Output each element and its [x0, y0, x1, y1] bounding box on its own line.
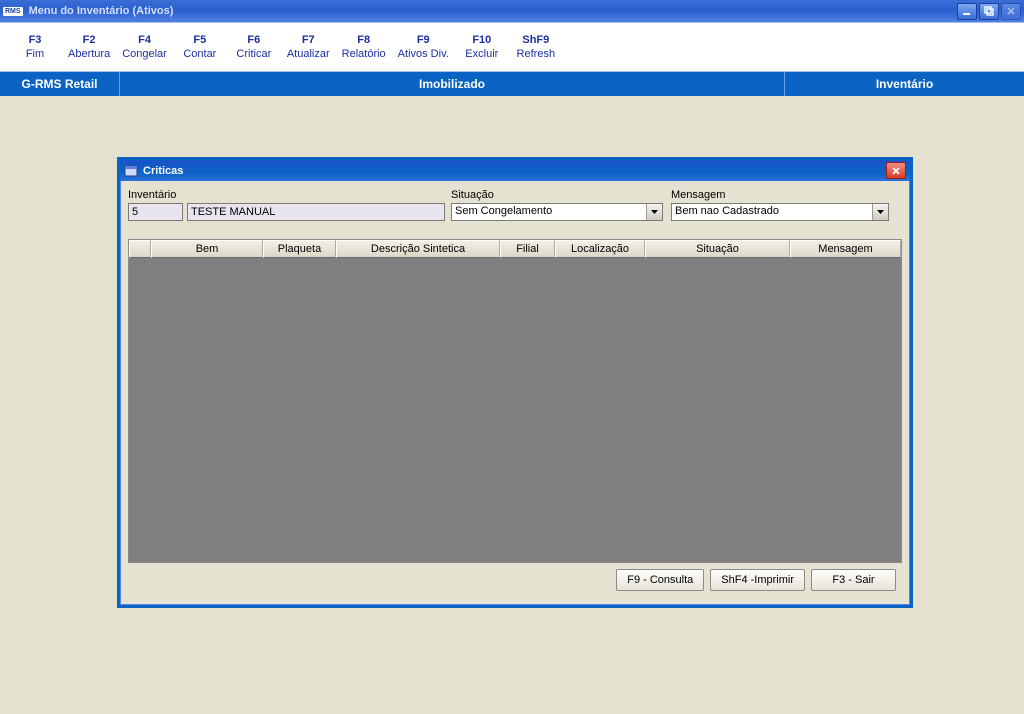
mensagem-combo[interactable]: Bem nao Cadastrado	[671, 203, 889, 221]
situacao-value: Sem Congelamento	[452, 204, 646, 220]
fkey-atualizar[interactable]: F7 Atualizar	[281, 34, 336, 60]
dialog-button-bar: F9 - Consulta ShF4 -Imprimir F3 - Sair	[128, 563, 902, 597]
minimize-button[interactable]	[957, 3, 977, 20]
window-title: Menu do Inventário (Ativos)	[29, 5, 957, 17]
close-button	[1001, 3, 1021, 20]
fkey-ativos-div[interactable]: F9 Ativos Div.	[392, 34, 455, 60]
col-localizacao[interactable]: Localização	[555, 240, 645, 258]
banner-module: Imobilizado	[120, 77, 784, 91]
filter-inventario: Inventário	[128, 189, 183, 221]
results-table: Bem Plaqueta Descrição Sintetica Filial …	[128, 239, 902, 563]
filter-row: Inventário Situação Sem Congelamento Men…	[128, 189, 902, 221]
situacao-combo[interactable]: Sem Congelamento	[451, 203, 663, 221]
dialog-close-button[interactable]	[886, 162, 906, 179]
window-control-buttons	[957, 3, 1021, 20]
chevron-down-icon[interactable]	[872, 204, 888, 220]
table-body-empty	[129, 258, 901, 562]
module-banner: G-RMS Retail Imobilizado Inventário	[0, 72, 1024, 96]
table-row-selector-header[interactable]	[129, 240, 151, 258]
dialog-title: Criticas	[143, 165, 886, 177]
fkey-excluir[interactable]: F10 Excluir	[455, 34, 509, 60]
inventario-number-input[interactable]	[128, 203, 183, 221]
inventario-label: Inventário	[128, 189, 183, 201]
mensagem-label: Mensagem	[671, 189, 889, 201]
function-key-toolbar: F3 Fim F2 Abertura F4 Congelar F5 Contar…	[0, 22, 1024, 72]
col-descricao[interactable]: Descrição Sintetica	[336, 240, 500, 258]
main-window-titlebar: RMS Menu do Inventário (Ativos)	[0, 0, 1024, 22]
col-plaqueta[interactable]: Plaqueta	[263, 240, 336, 258]
banner-app-name: G-RMS Retail	[0, 72, 120, 96]
mensagem-value: Bem nao Cadastrado	[672, 204, 872, 220]
app-badge: RMS	[3, 7, 23, 16]
fkey-abertura[interactable]: F2 Abertura	[62, 34, 116, 60]
consulta-button[interactable]: F9 - Consulta	[616, 569, 704, 591]
table-header-row: Bem Plaqueta Descrição Sintetica Filial …	[129, 240, 901, 258]
maximize-button[interactable]	[979, 3, 999, 20]
fkey-criticar[interactable]: F6 Criticar	[227, 34, 281, 60]
fkey-congelar[interactable]: F4 Congelar	[116, 34, 173, 60]
col-situacao[interactable]: Situação	[645, 240, 790, 258]
col-mensagem[interactable]: Mensagem	[790, 240, 901, 258]
imprimir-button[interactable]: ShF4 -Imprimir	[710, 569, 805, 591]
inventario-name-input[interactable]	[187, 203, 445, 221]
fkey-refresh[interactable]: ShF9 Refresh	[509, 34, 563, 60]
fkey-fim[interactable]: F3 Fim	[8, 34, 62, 60]
col-filial[interactable]: Filial	[500, 240, 555, 258]
banner-section: Inventário	[784, 72, 1024, 96]
situacao-label: Situação	[451, 189, 663, 201]
fkey-relatorio[interactable]: F8 Relatório	[336, 34, 392, 60]
fkey-contar[interactable]: F5 Contar	[173, 34, 227, 60]
chevron-down-icon[interactable]	[646, 204, 662, 220]
dialog-icon	[124, 165, 138, 177]
col-bem[interactable]: Bem	[151, 240, 263, 258]
sair-button[interactable]: F3 - Sair	[811, 569, 896, 591]
criticas-dialog: Criticas Inventário Situação Sem Congela…	[117, 157, 913, 608]
dialog-titlebar[interactable]: Criticas	[120, 160, 910, 181]
